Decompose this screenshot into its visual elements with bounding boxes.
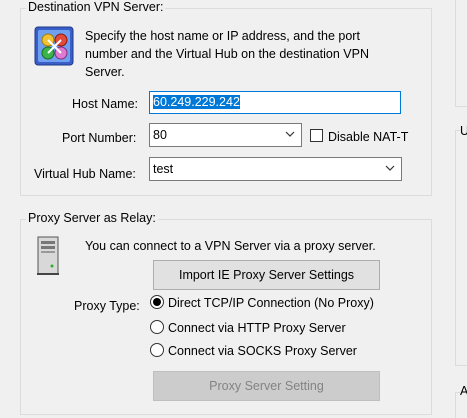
server-computer-icon — [36, 236, 60, 276]
http-proxy-radio[interactable] — [150, 320, 164, 334]
chevron-down-icon — [385, 165, 395, 171]
right-panel-bottom-border — [455, 392, 456, 418]
disable-natt-label[interactable]: Disable NAT-T — [328, 130, 408, 144]
import-ie-proxy-button[interactable]: Import IE Proxy Server Settings — [153, 260, 380, 290]
direct-connection-radio[interactable] — [150, 295, 164, 309]
host-name-label: Host Name: — [72, 97, 138, 111]
virtual-hub-label: Virtual Hub Name: — [34, 167, 136, 181]
proxy-description: You can connect to a VPN Server via a pr… — [85, 239, 376, 253]
port-number-label: Port Number: — [62, 131, 137, 145]
socks-proxy-label[interactable]: Connect via SOCKS Proxy Server — [168, 344, 357, 358]
chevron-down-icon — [285, 131, 295, 137]
destination-vpn-legend: Destination VPN Server: — [26, 0, 166, 14]
direct-connection-label[interactable]: Direct TCP/IP Connection (No Proxy) — [168, 296, 374, 310]
port-number-value: 80 — [153, 128, 167, 142]
host-name-input[interactable]: 60.249.229.242 — [149, 91, 401, 114]
right-panel-legend-partial-2: A — [460, 384, 467, 398]
port-number-select[interactable]: 80 — [149, 123, 302, 147]
vpn-description: Specify the host name or IP address, and… — [85, 29, 369, 79]
socks-proxy-radio[interactable] — [150, 343, 164, 357]
proxy-relay-legend: Proxy Server as Relay: — [26, 211, 158, 225]
right-panel-top-bottom-edge — [455, 106, 467, 107]
right-panel-legend-partial-1: U — [460, 124, 467, 138]
proxy-server-setting-button: Proxy Server Setting — [153, 371, 380, 401]
virtual-hub-select[interactable]: test — [149, 157, 402, 181]
virtual-hub-value: test — [153, 162, 174, 176]
right-panel-middle-border — [455, 130, 456, 366]
host-name-value: 60.249.229.242 — [153, 95, 240, 109]
disable-natt-checkbox[interactable] — [310, 129, 323, 142]
right-panel-middle-bottom-edge — [455, 365, 467, 366]
http-proxy-label[interactable]: Connect via HTTP Proxy Server — [168, 321, 346, 335]
vpn-network-icon — [34, 26, 74, 66]
right-panel-top-border — [455, 0, 456, 107]
proxy-type-label: Proxy Type: — [74, 299, 140, 313]
